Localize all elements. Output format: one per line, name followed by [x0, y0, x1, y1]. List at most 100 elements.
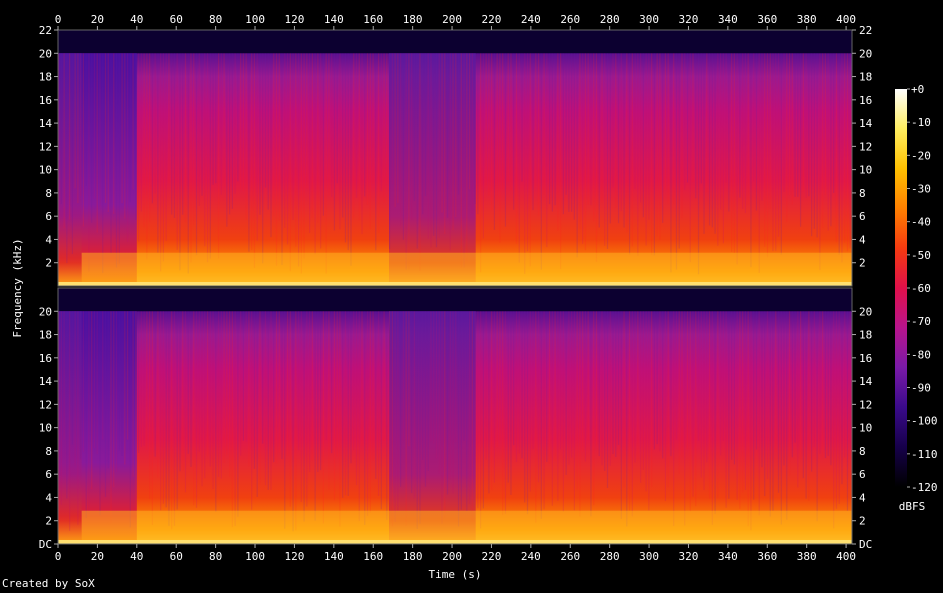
y-tick-label: 10 — [859, 164, 872, 177]
y-tick-label: 10 — [39, 164, 52, 177]
x-tick-label: 20 — [91, 13, 104, 26]
x-tick-label: 60 — [170, 550, 183, 563]
colorbar-tick-label: -40 — [911, 216, 931, 229]
x-tick-label: 320 — [679, 13, 699, 26]
y-tick-label: 8 — [45, 445, 52, 458]
colorbar: +0 -10 -20 -30 -40 -50 -60 -70 -80 -90 -100 -110 -12… — [895, 83, 938, 494]
y-tick-label: 20 — [39, 305, 52, 318]
x-tick-label: 360 — [757, 550, 777, 563]
y-tick-label: 6 — [45, 468, 52, 481]
colorbar-unit-label: dBFS — [899, 500, 926, 513]
x-tick-label: 180 — [403, 550, 423, 563]
x-tick-label: 140 — [324, 13, 344, 26]
y-tick-label: 10 — [859, 422, 872, 435]
y-tick-label: 22 — [39, 24, 52, 37]
x-tick-label: 400 — [836, 550, 856, 563]
x-tick-label: 260 — [560, 13, 580, 26]
colorbar-tick-label: -50 — [911, 249, 931, 262]
x-tick-label: 360 — [757, 13, 777, 26]
y-tick-label: 18 — [859, 71, 872, 84]
colorbar-tick-label: -110 — [911, 448, 938, 461]
y-tick-label: 20 — [859, 305, 872, 318]
x-tick-label: 300 — [639, 13, 659, 26]
x-tick-label: 40 — [130, 13, 143, 26]
y-tick-label: 4 — [859, 233, 866, 246]
y-tick-label: 2 — [45, 515, 52, 528]
colorbar-tick-label: -60 — [911, 282, 931, 295]
y-tick-label: 14 — [859, 375, 873, 388]
y-tick-label: 6 — [45, 210, 52, 223]
y-tick-label: 18 — [39, 329, 52, 342]
x-tick-label: 240 — [521, 550, 541, 563]
y-tick-label: 4 — [45, 233, 52, 246]
y-tick-label: 12 — [859, 398, 872, 411]
x-tick-label: 140 — [324, 550, 344, 563]
colorbar-tick-label: -70 — [911, 315, 931, 328]
x-tick-label: 0 — [55, 13, 62, 26]
y-tick-label: 20 — [859, 47, 872, 60]
y-tick-label: 12 — [39, 398, 52, 411]
colorbar-tick-label: -10 — [911, 116, 931, 129]
y-tick-label: 6 — [859, 210, 866, 223]
y-tick-label: 2 — [859, 257, 866, 270]
x-tick-label: 200 — [442, 13, 462, 26]
x-tick-label: 160 — [363, 550, 383, 563]
x-tick-label: 20 — [91, 550, 104, 563]
x-tick-label: 40 — [130, 550, 143, 563]
y-tick-label: 18 — [39, 71, 52, 84]
y-tick-label: 2 — [45, 257, 52, 270]
x-tick-label: 120 — [284, 550, 304, 563]
spectrogram-panel-bottom — [57, 287, 853, 545]
x-tick-label: 160 — [363, 13, 383, 26]
x-tick-label: 60 — [170, 13, 183, 26]
x-tick-label: 220 — [482, 550, 502, 563]
y-tick-label: 12 — [859, 140, 872, 153]
y-tick-label: 18 — [859, 329, 872, 342]
y-tick-label: 14 — [39, 375, 53, 388]
y-tick-label: 16 — [859, 94, 872, 107]
y-tick-label: 8 — [45, 187, 52, 200]
x-tick-label: 320 — [679, 550, 699, 563]
x-tick-label: 180 — [403, 13, 423, 26]
x-tick-label: 380 — [797, 550, 817, 563]
colorbar-tick-label: -80 — [911, 348, 931, 361]
colorbar-tick-label: -20 — [911, 149, 931, 162]
x-tick-label: 80 — [209, 550, 222, 563]
x-tick-label: 200 — [442, 550, 462, 563]
colorbar-gradient — [895, 89, 907, 487]
x-tick-label: 100 — [245, 13, 265, 26]
y-tick-label: 10 — [39, 422, 52, 435]
colorbar-tick-label: -90 — [911, 382, 931, 395]
x-tick-label: 300 — [639, 550, 659, 563]
y-axis-label: Frequency (kHz) — [11, 238, 24, 337]
spectrogram-panel-top — [57, 29, 853, 287]
y-tick-label: DC — [39, 538, 52, 551]
y-tick-label: 8 — [859, 445, 866, 458]
x-tick-label: 400 — [836, 13, 856, 26]
y-tick-label: 2 — [859, 515, 866, 528]
x-tick-label: 340 — [718, 550, 738, 563]
y-tick-label: 4 — [45, 491, 52, 504]
colorbar-tick-label: -30 — [911, 183, 931, 196]
y-tick-label: 16 — [39, 352, 52, 365]
colorbar-tick-label: -120 — [911, 481, 938, 494]
x-axis-label: Time (s) — [429, 568, 482, 581]
x-tick-label: 380 — [797, 13, 817, 26]
colorbar-tick-label: +0 — [911, 83, 924, 96]
x-tick-label: 0 — [55, 550, 62, 563]
y-tick-label: 22 — [859, 24, 872, 37]
x-tick-label: 100 — [245, 550, 265, 563]
x-tick-label: 80 — [209, 13, 222, 26]
credit-text: Created by SoX — [2, 577, 95, 590]
x-tick-label: 280 — [600, 13, 620, 26]
y-tick-label: 16 — [859, 352, 872, 365]
y-tick-label: 20 — [39, 47, 52, 60]
y-tick-label: DC — [859, 538, 872, 551]
x-tick-label: 240 — [521, 13, 541, 26]
y-tick-label: 6 — [859, 468, 866, 481]
y-tick-label: 14 — [859, 117, 873, 130]
colorbar-tick-label: -100 — [911, 415, 938, 428]
x-tick-label: 220 — [482, 13, 502, 26]
y-tick-label: 12 — [39, 140, 52, 153]
y-tick-label: 8 — [859, 187, 866, 200]
